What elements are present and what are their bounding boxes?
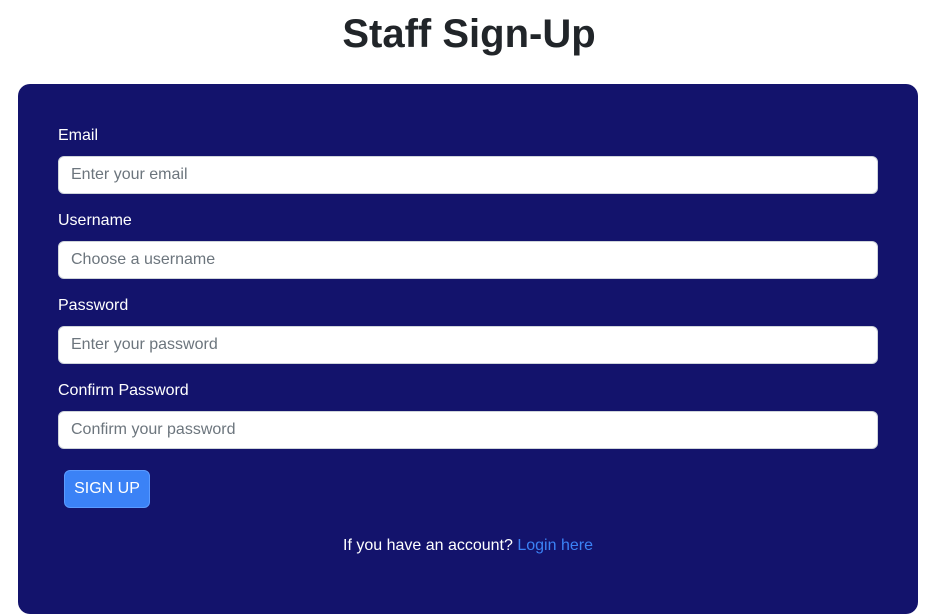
confirm-password-label: Confirm Password (58, 382, 189, 399)
username-field[interactable] (58, 241, 878, 279)
login-link[interactable]: Login here (517, 537, 593, 554)
signup-form-card: Email Username Password Confirm Password… (18, 84, 918, 614)
email-field[interactable] (58, 156, 878, 194)
login-prompt: If you have an account? Login here (18, 536, 918, 556)
sign-up-button[interactable]: SIGN UP (64, 470, 150, 508)
email-label: Email (58, 127, 99, 144)
page-title: Staff Sign-Up (342, 12, 596, 56)
username-label: Username (58, 212, 132, 229)
password-field[interactable] (58, 326, 878, 364)
confirm-password-field[interactable] (58, 411, 878, 449)
password-label: Password (58, 297, 129, 314)
login-prompt-text: If you have an account? (343, 537, 513, 554)
